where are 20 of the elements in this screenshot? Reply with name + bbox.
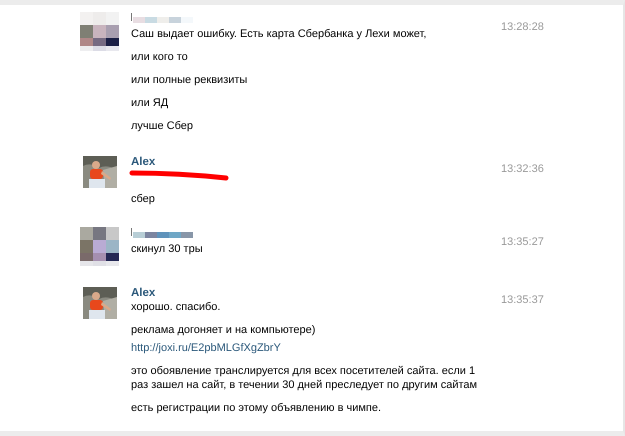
message-text: сбер [131,192,156,206]
pixelated-name [131,228,195,238]
message-text: скинул 30 тры [131,242,204,256]
message-time: 13:35:37 [500,293,545,308]
message-text: или кого то [131,50,189,64]
message-text: есть регистрации по этому объявлению в чимпе. [131,401,382,415]
message-time: 13:32:36 [500,162,545,177]
author-name[interactable]: Alex [131,287,156,299]
message-text: хорошо. спасибо. [131,300,222,314]
author-name[interactable]: Alex [131,156,156,168]
pixelated-name [131,13,195,23]
message-text: реклама догоняет и на компьютере) [131,323,316,337]
message-text: или ЯД [131,96,170,110]
message-time: 13:28:28 [500,20,545,35]
message-text: Саш выдает ошибку. Есть карта Сбербанка у Лехи может, [131,27,428,41]
message-text: это обоявление транслируется для всех посетителей сайта. если 1 раз зашел на сайт, в течении 30 дней преследует по другим сайтам [131,364,478,392]
message-text: или полные реквизиты [131,73,248,87]
message-link[interactable]: http://joxi.ru/E2pbMLGfXgZbrY [131,341,281,355]
message-text: лучше Сбер [131,119,194,133]
message-time: 13:35:27 [500,235,545,250]
